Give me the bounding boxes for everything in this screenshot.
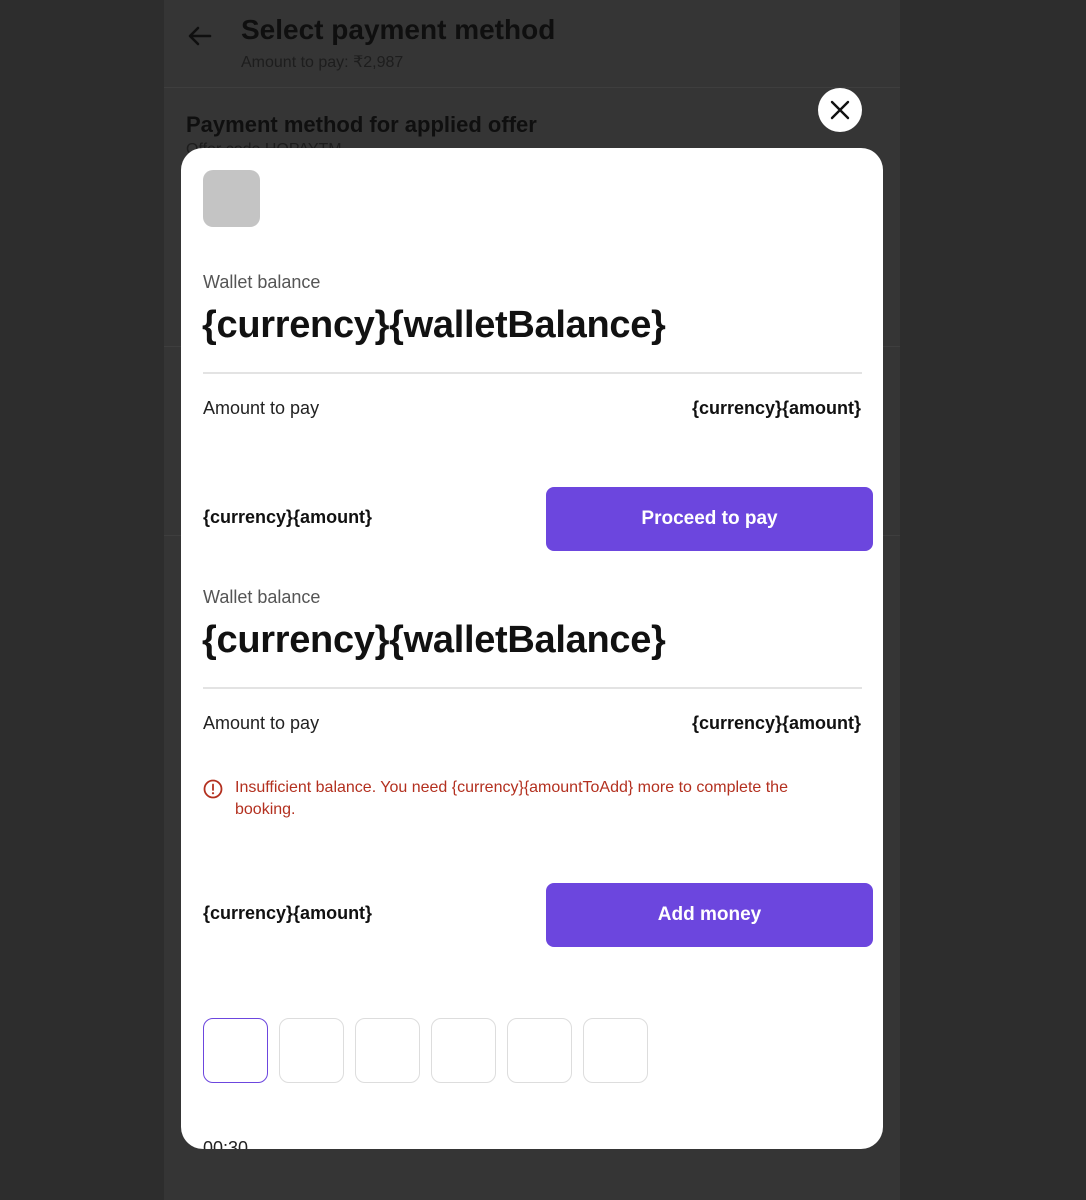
proceed-to-pay-button[interactable]: Proceed to pay — [546, 487, 873, 551]
close-icon — [830, 100, 850, 120]
otp-digit-input[interactable] — [431, 1018, 496, 1083]
divider — [203, 372, 862, 374]
otp-digit-input[interactable] — [583, 1018, 648, 1083]
amount-to-pay-value: {currency}{amount} — [691, 398, 861, 418]
wallet-balance-value: {currency}{walletBalance} — [202, 304, 666, 346]
footer-amount: {currency}{amount} — [203, 507, 373, 527]
alert-circle-icon — [203, 779, 223, 799]
otp-timer: 00:30 — [203, 1138, 249, 1149]
otp-digit-input[interactable] — [203, 1018, 268, 1083]
add-money-button[interactable]: Add money — [546, 883, 873, 947]
divider — [203, 687, 862, 689]
footer-amount: {currency}{amount} — [203, 903, 373, 923]
amount-to-pay-label: Amount to pay — [203, 713, 320, 733]
otp-digit-input[interactable] — [279, 1018, 344, 1083]
offer-section-title: Payment method for applied offer — [186, 112, 537, 137]
close-button[interactable] — [818, 88, 862, 132]
amount-to-pay-value: {currency}{amount} — [691, 713, 861, 733]
otp-digit-input[interactable] — [507, 1018, 572, 1083]
insufficient-balance-error: Insufficient balance. You need {currency… — [203, 777, 843, 821]
page-header: Select payment method Amount to pay: ₹2,… — [164, 0, 900, 88]
page-title: Select payment method — [241, 14, 556, 45]
otp-digit-input[interactable] — [355, 1018, 420, 1083]
page-subtitle: Amount to pay: ₹2,987 — [241, 54, 404, 71]
wallet-payment-modal: Wallet balance {currency}{walletBalance}… — [181, 148, 883, 1149]
wallet-balance-value: {currency}{walletBalance} — [202, 619, 666, 661]
wallet-balance-label: Wallet balance — [203, 587, 321, 607]
wallet-balance-label: Wallet balance — [203, 272, 321, 292]
back-arrow-icon[interactable] — [186, 22, 214, 50]
error-message: Insufficient balance. You need {currency… — [235, 779, 788, 818]
otp-input-group — [203, 1018, 648, 1083]
amount-to-pay-label: Amount to pay — [203, 398, 320, 418]
wallet-logo — [203, 170, 260, 227]
